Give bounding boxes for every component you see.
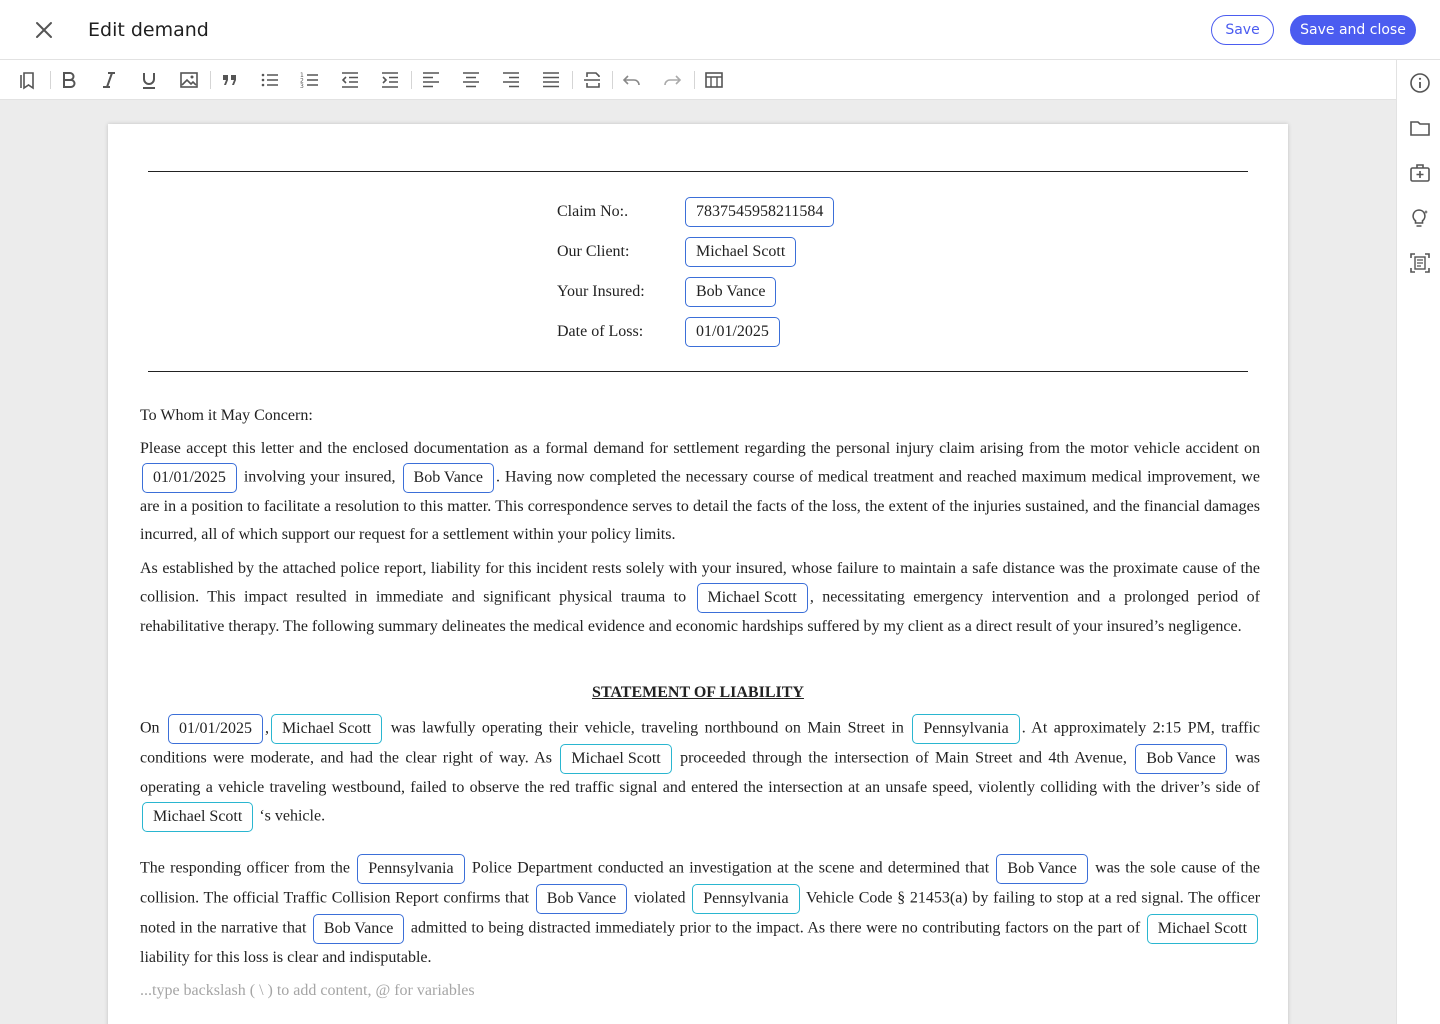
align-center-icon[interactable] <box>459 68 483 92</box>
paragraph-text: On <box>140 719 160 737</box>
paragraph-text: violated <box>633 889 686 907</box>
paragraph-text: , <box>264 719 269 737</box>
insured-variable[interactable]: Bob Vance <box>535 884 628 914</box>
paragraph-text: was lawfully operating their vehicle, tr… <box>390 719 904 737</box>
client-variable[interactable]: Michael Scott <box>696 583 808 613</box>
paragraph-text: Please accept this letter and the enclos… <box>140 440 1260 457</box>
lightbulb-icon[interactable] <box>1408 206 1432 230</box>
toolbar-divider <box>210 71 211 89</box>
paragraph-police-report: The responding officer from the Pennsylv… <box>140 854 1260 972</box>
client-variable[interactable]: Michael Scott <box>1146 914 1259 944</box>
editor-placeholder[interactable]: ...type backslash ( \ ) to add content, … <box>140 982 475 1000</box>
date-of-loss-label: Date of Loss: <box>557 323 644 340</box>
state-variable[interactable]: Pennsylvania <box>912 714 1020 744</box>
outdent-icon[interactable] <box>338 68 362 92</box>
right-sidebar <box>1396 60 1440 1024</box>
paragraph-statement: On 01/01/2025, Michael Scott was lawfully… <box>140 714 1260 832</box>
claim-number-variable[interactable]: 7837545958211584 <box>685 197 835 227</box>
align-right-icon[interactable] <box>499 68 523 92</box>
document-page[interactable]: Claim No:. 7837545958211584 Our Client: … <box>108 124 1288 1024</box>
claim-number-row: Claim No:. 7837545958211584 <box>557 197 835 227</box>
insured-variable[interactable]: Bob Vance <box>312 914 405 944</box>
save-and-close-button[interactable]: Save and close <box>1290 15 1416 45</box>
quote-icon[interactable] <box>218 68 242 92</box>
claim-number-label: Claim No:. <box>557 203 629 220</box>
insured-row: Your Insured: Bob Vance <box>557 277 777 307</box>
svg-text:3: 3 <box>300 83 304 90</box>
insured-variable[interactable]: Bob Vance <box>402 463 494 493</box>
paragraph-intro: Please accept this letter and the enclos… <box>140 435 1260 549</box>
state-variable[interactable]: Pennsylvania <box>357 854 465 884</box>
section-heading: STATEMENT OF LIABILITY <box>592 684 804 701</box>
document-scan-icon[interactable] <box>1408 251 1432 275</box>
bullet-list-icon[interactable] <box>258 68 282 92</box>
top-bar: Edit demand Save Save and close <box>0 0 1440 60</box>
client-variable[interactable]: Michael Scott <box>685 237 797 267</box>
client-variable[interactable]: Michael Scott <box>142 802 254 832</box>
date-of-loss-row: Date of Loss: 01/01/2025 <box>557 317 780 347</box>
formatting-toolbar: 123 <box>0 60 1396 100</box>
paragraph-text: involving your insured, <box>243 468 396 486</box>
strikethrough-icon[interactable] <box>580 68 604 92</box>
paragraph-text: The responding officer from the <box>140 859 350 877</box>
underline-icon[interactable] <box>137 68 161 92</box>
toolbar-divider <box>50 71 51 89</box>
close-icon[interactable] <box>30 16 58 44</box>
insured-variable[interactable]: Bob Vance <box>1135 744 1227 774</box>
insured-variable[interactable]: Bob Vance <box>996 854 1088 884</box>
align-justify-icon[interactable] <box>539 68 563 92</box>
divider-line <box>148 171 1248 172</box>
client-variable[interactable]: Michael Scott <box>560 744 672 774</box>
italic-icon[interactable] <box>97 68 121 92</box>
save-button[interactable]: Save <box>1211 15 1274 45</box>
image-icon[interactable] <box>177 68 201 92</box>
divider-line <box>148 371 1248 372</box>
paragraph-text: admitted to being distracted immediately… <box>410 919 1141 937</box>
align-left-icon[interactable] <box>419 68 443 92</box>
medical-kit-icon[interactable] <box>1408 161 1432 185</box>
paragraph-text: proceeded through the intersection of Ma… <box>680 749 1127 767</box>
paragraph-text: ‘s vehicle. <box>259 807 326 825</box>
toolbar-divider <box>572 71 573 89</box>
paragraph-liability-summary: As established by the attached police re… <box>140 555 1260 641</box>
insured-label: Your Insured: <box>557 283 645 300</box>
client-variable[interactable]: Michael Scott <box>270 714 383 744</box>
table-icon[interactable] <box>702 68 726 92</box>
numbered-list-icon[interactable]: 123 <box>298 68 322 92</box>
paragraph-text: liability for this loss is clear and ind… <box>140 949 432 966</box>
salutation: To Whom it May Concern: <box>140 407 313 424</box>
client-label: Our Client: <box>557 243 630 260</box>
undo-icon[interactable] <box>620 68 644 92</box>
state-variable[interactable]: Pennsylvania <box>692 884 800 914</box>
client-row: Our Client: Michael Scott <box>557 237 797 267</box>
date-variable[interactable]: 01/01/2025 <box>142 463 237 493</box>
bold-icon[interactable] <box>57 68 81 92</box>
folder-icon[interactable] <box>1408 116 1432 140</box>
indent-icon[interactable] <box>378 68 402 92</box>
toolbar-divider <box>612 71 613 89</box>
toolbar-divider <box>694 71 695 89</box>
insured-variable[interactable]: Bob Vance <box>685 277 777 307</box>
date-of-loss-variable[interactable]: 01/01/2025 <box>685 317 780 347</box>
redo-icon[interactable] <box>660 68 684 92</box>
info-icon[interactable] <box>1408 71 1432 95</box>
paragraph-text: Police Department conducted an investiga… <box>471 859 990 877</box>
page-title: Edit demand <box>88 19 209 41</box>
bookmark-icon[interactable] <box>16 68 40 92</box>
toolbar-divider <box>411 71 412 89</box>
date-variable[interactable]: 01/01/2025 <box>168 714 263 744</box>
